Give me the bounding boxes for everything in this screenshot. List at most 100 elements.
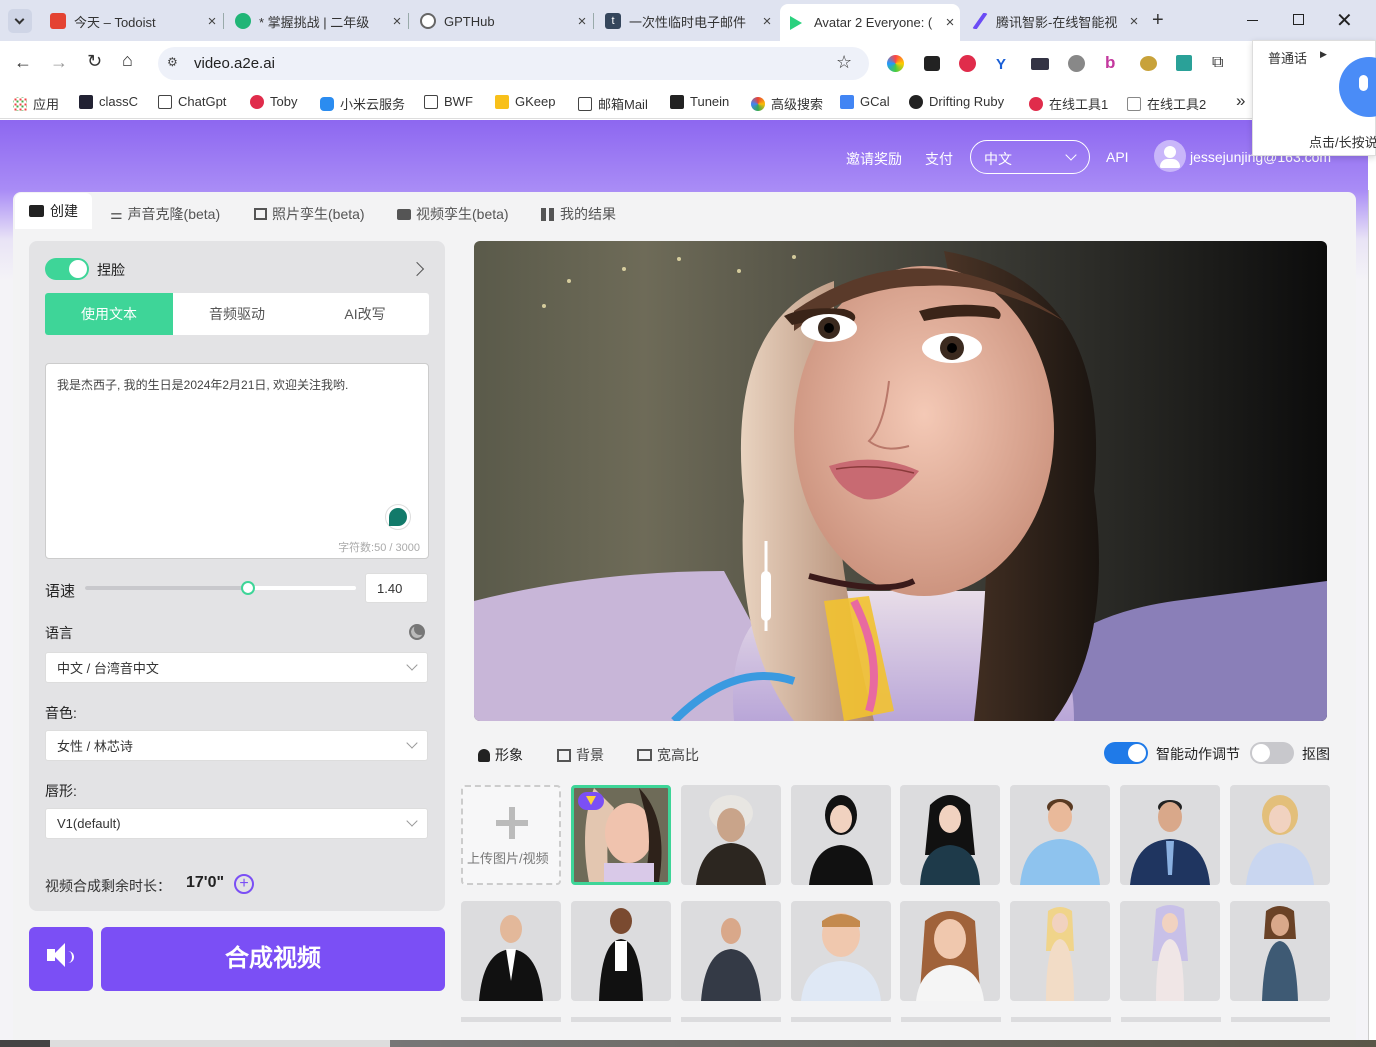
language-select[interactable]: 中文 — [970, 140, 1090, 174]
bookmark-item[interactable]: GKeep — [495, 94, 555, 109]
chevron-right-icon[interactable] — [409, 261, 425, 277]
tab-video-twin[interactable]: 视频孪生(beta) — [397, 200, 509, 228]
close-window-icon[interactable]: ✕ — [1336, 8, 1353, 33]
speed-slider-handle[interactable] — [240, 581, 255, 595]
avatar-thumbnail[interactable] — [1010, 785, 1110, 885]
reload-icon[interactable]: ↻ — [87, 51, 102, 72]
avatar-thumbnail[interactable] — [461, 901, 561, 1001]
bookmark-item[interactable]: Tunein — [670, 94, 729, 109]
avatar[interactable] — [1154, 140, 1186, 172]
tab-voice-clone[interactable]: ⚌ 声音克隆(beta) — [110, 200, 220, 228]
close-icon[interactable]: × — [940, 14, 960, 31]
star-icon[interactable]: ☆ — [836, 52, 852, 73]
close-icon[interactable]: × — [572, 13, 592, 30]
bookmarks-overflow[interactable]: » — [1236, 91, 1245, 111]
avatar-thumbnail[interactable] — [1120, 901, 1220, 1001]
lip-select[interactable]: V1(default) — [45, 808, 428, 839]
subtab-background[interactable]: 背景 — [557, 745, 604, 765]
browser-tab[interactable]: * 掌握挑战 | 二年级 × — [225, 7, 407, 35]
extensions-puzzle-icon[interactable]: ⧉ — [1212, 54, 1223, 72]
bookmark-item[interactable]: 高级搜索 — [751, 94, 823, 113]
mode-tab-audio[interactable]: 音频驱动 — [173, 293, 301, 335]
voice-language-select[interactable]: 普通话 — [1268, 48, 1307, 67]
bookmark-item[interactable]: classC — [79, 94, 138, 109]
generate-video-button[interactable]: 合成视频 — [101, 927, 445, 991]
smart-motion-toggle[interactable] — [1104, 742, 1148, 764]
browser-tab[interactable]: t 一次性临时电子邮件 × — [595, 7, 777, 35]
face-swap-toggle[interactable] — [45, 258, 89, 280]
avatar-thumbnail[interactable] — [791, 901, 891, 1001]
avatar-thumbnail[interactable] — [1010, 901, 1110, 1001]
cutout-toggle[interactable] — [1250, 742, 1294, 764]
mic-button[interactable] — [1339, 57, 1376, 117]
avatar-thumbnail[interactable] — [900, 785, 1000, 885]
maximize-icon[interactable] — [1293, 14, 1304, 25]
bookmark-item[interactable]: Drifting Ruby — [909, 94, 1004, 109]
assistant-icon[interactable] — [385, 504, 411, 530]
avatar-thumbnail[interactable] — [1230, 901, 1330, 1001]
url-text[interactable]: video.a2e.ai — [194, 55, 275, 72]
close-icon[interactable]: × — [757, 13, 777, 30]
home-icon[interactable]: ⌂ — [122, 50, 133, 71]
extension-icon[interactable]: Y — [996, 56, 1006, 73]
tab-photo-twin[interactable]: 照片孪生(beta) — [254, 200, 365, 228]
avatar-thumbnail[interactable] — [1120, 785, 1220, 885]
browser-tab[interactable]: 今天 – Todoist × — [40, 7, 222, 35]
tab-create[interactable]: 创建 — [15, 193, 92, 229]
extension-icon[interactable] — [959, 55, 976, 72]
avatar-thumbnail[interactable] — [1230, 785, 1330, 885]
avatar-thumbnail[interactable] — [900, 901, 1000, 1001]
audio-preview-button[interactable] — [29, 927, 93, 991]
bookmark-folder[interactable]: 邮箱Mail — [578, 94, 648, 113]
globe-icon[interactable] — [409, 624, 425, 640]
close-icon[interactable]: × — [1124, 13, 1144, 30]
bookmark-folder[interactable]: ChatGpt — [158, 94, 226, 109]
mode-tab-text[interactable]: 使用文本 — [45, 293, 173, 335]
bookmark-apps[interactable]: 应用 — [13, 94, 59, 113]
tab-my-results[interactable]: 我的结果 — [541, 200, 616, 228]
forward-icon[interactable]: → — [50, 52, 68, 73]
extension-icon[interactable] — [1031, 58, 1049, 70]
bookmark-item[interactable]: Toby — [250, 94, 297, 109]
close-icon[interactable]: × — [387, 13, 407, 30]
omnibox[interactable]: ⚙ video.a2e.ai ☆ — [158, 47, 869, 80]
browser-tab[interactable]: GPTHub × — [410, 7, 592, 35]
invite-link[interactable]: 邀请奖励 — [846, 149, 902, 169]
bookmark-folder[interactable]: BWF — [424, 94, 473, 109]
bookmark-item[interactable]: 小米云服务 — [320, 94, 405, 113]
avatar-thumbnail[interactable] — [571, 901, 671, 1001]
language-select[interactable]: 中文 / 台湾音中文 — [45, 652, 428, 683]
browser-tab[interactable]: 腾讯智影-在线智能视 × — [962, 7, 1144, 35]
extension-icon[interactable] — [924, 56, 940, 71]
voice-select[interactable]: 女性 / 林芯诗 — [45, 730, 428, 761]
avatar-thumbnail[interactable] — [791, 785, 891, 885]
site-info-icon[interactable]: ⚙ — [167, 55, 183, 71]
bookmark-item[interactable]: 在线工具2 — [1127, 94, 1206, 113]
upload-avatar-button[interactable]: 上传图片/视频 — [461, 785, 561, 885]
back-icon[interactable]: ← — [14, 52, 32, 73]
subtab-aspect-ratio[interactable]: 宽高比 — [637, 745, 699, 765]
bookmark-item[interactable]: GCal — [840, 94, 890, 109]
extension-icon[interactable] — [1068, 55, 1085, 72]
api-link[interactable]: API — [1106, 149, 1129, 165]
pay-link[interactable]: 支付 — [925, 149, 953, 169]
close-icon[interactable]: × — [202, 13, 222, 30]
bing-icon[interactable]: b — [1105, 53, 1115, 73]
avatar-thumbnail[interactable] — [681, 785, 781, 885]
speed-input[interactable]: 1.40 — [365, 573, 428, 603]
mode-tab-ai-rewrite[interactable]: AI改写 — [301, 293, 429, 335]
avatar-thumbnail[interactable] — [681, 901, 781, 1001]
speed-slider-track[interactable] — [85, 581, 356, 595]
minimize-icon[interactable] — [1247, 20, 1258, 21]
add-time-icon[interactable]: + — [234, 874, 254, 894]
extension-icon[interactable] — [1140, 56, 1157, 71]
bookmark-item[interactable]: 在线工具1 — [1029, 94, 1108, 113]
extension-icon[interactable] — [1176, 55, 1192, 71]
tab-search-button[interactable] — [8, 9, 32, 33]
subtab-avatar[interactable]: 形象 — [478, 745, 523, 765]
new-tab-button[interactable]: + — [1152, 9, 1164, 32]
extension-icon[interactable] — [887, 55, 904, 72]
browser-tab-active[interactable]: Avatar 2 Everyone: ( × — [780, 4, 960, 41]
avatar-thumbnail-selected[interactable] — [571, 785, 671, 885]
script-textarea[interactable]: 我是杰西子, 我的生日是2024年2月21日, 欢迎关注我哟. 字符数:50 /… — [45, 363, 429, 559]
